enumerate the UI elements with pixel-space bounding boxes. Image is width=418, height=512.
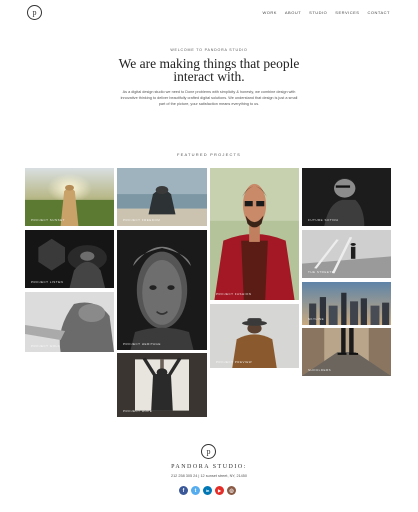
main-nav: WORK ABOUT STUDIO SERVICES CONTACT (262, 10, 390, 15)
twitter-icon[interactable]: t (191, 486, 200, 495)
window-person-image (117, 353, 207, 417)
nav-services[interactable]: SERVICES (335, 10, 359, 15)
tile-caption: PROJECT PREVIEW (216, 360, 253, 364)
tile-caption: PROJECT FASHION (216, 292, 252, 296)
project-tile-freedom[interactable]: PROJECT FREEDOM (117, 168, 207, 226)
project-tile-sunset[interactable]: PROJECT SUNSET (25, 168, 114, 226)
nav-about[interactable]: ABOUT (285, 10, 301, 15)
woman-portrait-image (25, 292, 114, 352)
tile-caption: PROJECT LISTEN (31, 280, 64, 284)
project-tile-heritage[interactable]: PROJECT HERITAGE (117, 230, 207, 350)
hero-title: We are making things that people interac… (118, 56, 300, 84)
hat-person-image (210, 304, 299, 368)
man-sunglasses-image (210, 168, 299, 300)
project-tile-streets[interactable]: THE STREETS (302, 230, 391, 278)
tile-caption: PROJECT GOLD (31, 344, 61, 348)
facebook-icon[interactable]: f (179, 486, 188, 495)
tile-caption: PROJECT HERITAGE (123, 342, 161, 346)
project-tile-future[interactable]: FUTURE SOTIRA (302, 168, 391, 226)
tile-caption: SHOULDERS (308, 368, 332, 372)
nav-work[interactable]: WORK (262, 10, 276, 15)
project-tile-shoulders[interactable]: SHOULDERS (302, 328, 391, 376)
tile-caption: PROJECT HOPE (123, 409, 153, 413)
project-tile-preview[interactable]: PROJECT PREVIEW (210, 304, 299, 368)
project-tile-hope[interactable]: PROJECT HOPE (117, 353, 207, 417)
footer-logo[interactable]: p (201, 444, 216, 459)
project-tile-skyline[interactable]: SKYLINE (302, 282, 391, 325)
project-tile-listen[interactable]: PROJECT LISTEN (25, 230, 114, 288)
tile-caption: PROJECT FREEDOM (123, 218, 161, 222)
footer-address: 212 258 305 24 | 12 sunset street, NY, 2… (170, 474, 248, 478)
child-portrait-image (117, 230, 207, 350)
project-tile-gold[interactable]: PROJECT GOLD (25, 292, 114, 352)
nav-studio[interactable]: STUDIO (309, 10, 327, 15)
hero-intro: As a digital design studio we need to Do… (120, 90, 298, 106)
tile-caption: PROJECT SUNSET (31, 218, 65, 222)
social-links: f t in ▶ ◎ (179, 486, 236, 495)
brand-logo[interactable]: p (27, 5, 42, 20)
project-tile-fashion[interactable]: PROJECT FASHION (210, 168, 299, 300)
featured-projects-title: FEATURED PROJECTS (176, 152, 242, 157)
tile-caption: SKYLINE (308, 317, 325, 321)
tile-caption: THE STREETS (308, 270, 335, 274)
footer-company-name: PANDORA STUDIO: (171, 464, 247, 470)
linkedin-icon[interactable]: in (203, 486, 212, 495)
youtube-icon[interactable]: ▶ (215, 486, 224, 495)
tile-caption: FUTURE SOTIRA (308, 218, 339, 222)
hero-eyebrow: WELCOME TO PANDORA STUDIO (170, 48, 248, 52)
nav-contact[interactable]: CONTACT (367, 10, 390, 15)
instagram-icon[interactable]: ◎ (227, 486, 236, 495)
